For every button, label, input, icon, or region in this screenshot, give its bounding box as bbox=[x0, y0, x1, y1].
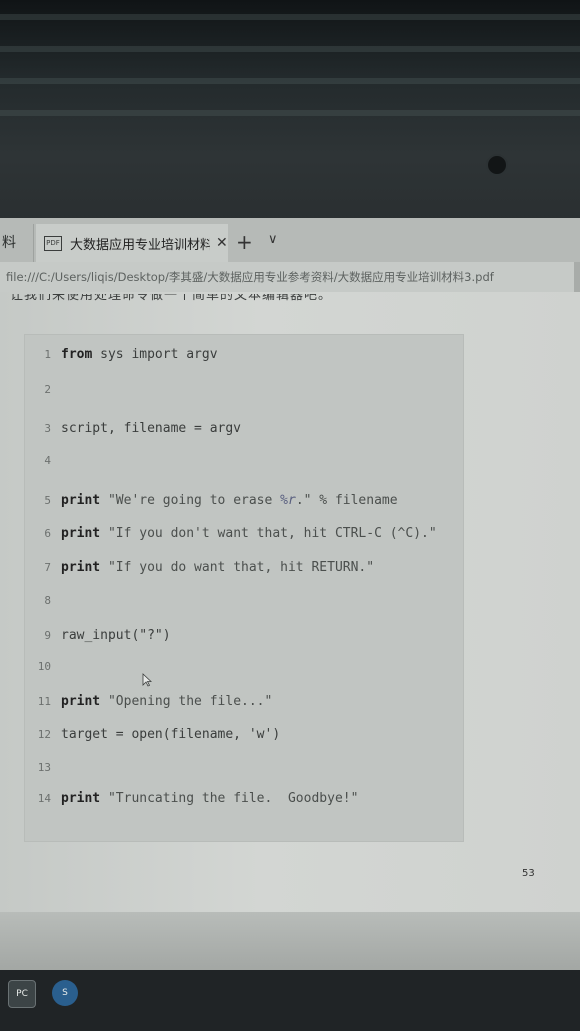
tab-previous-label: 料2.p bbox=[2, 235, 16, 251]
code-text: script, filename = argv bbox=[61, 421, 241, 436]
tab-title: 大数据应用专业培训材料 bbox=[70, 237, 210, 253]
code-text: target = open(filename, 'w') bbox=[61, 727, 280, 742]
tab-bar: 料2.p PDF 大数据应用专业培训材料 ✕ + ∨ bbox=[0, 218, 580, 262]
code-segment: sys import argv bbox=[92, 346, 218, 362]
tab-active[interactable]: PDF 大数据应用专业培训材料 ✕ bbox=[36, 224, 228, 262]
keyword: print bbox=[61, 525, 101, 541]
taskbar-pc-icon[interactable]: PC bbox=[8, 980, 36, 1008]
address-url[interactable]: file:///C:/Users/liqis/Desktop/李其盛/大数据应用… bbox=[6, 269, 494, 285]
chevron-down-icon[interactable]: ∨ bbox=[268, 232, 278, 247]
line-number: 5 bbox=[44, 493, 51, 507]
string-literal: "If you do want that, hit RETURN." bbox=[100, 559, 375, 575]
string-literal: "Opening the file..." bbox=[100, 693, 273, 709]
keyword: print bbox=[61, 559, 101, 575]
line-number: 11 bbox=[37, 694, 51, 708]
format-specifier: %r bbox=[280, 492, 296, 508]
page-bottom-area bbox=[0, 912, 580, 970]
line-number: 4 bbox=[44, 453, 51, 467]
string-literal: "Truncating the file. Goodbye!" bbox=[100, 790, 359, 806]
page-number: 53 bbox=[522, 868, 535, 879]
code-line: 5 print "We're going to erase %r." % file… bbox=[25, 487, 463, 513]
string-literal: "If you don't want that, hit CTRL-C (^C)… bbox=[100, 525, 437, 541]
line-number: 6 bbox=[44, 526, 51, 540]
keyword: print bbox=[61, 492, 101, 508]
code-line: 6 print "If you don't want that, hit CTRL… bbox=[25, 520, 463, 546]
keyword: print bbox=[61, 790, 101, 806]
line-number: 9 bbox=[44, 628, 51, 642]
line-number: 8 bbox=[44, 593, 51, 607]
cut-off-heading: 让我们来使用处理命令做一个简单的文本编辑器吧。 bbox=[10, 294, 333, 303]
new-tab-icon[interactable]: + bbox=[236, 230, 253, 254]
code-text: print "We're going to erase %r." % filen… bbox=[61, 493, 398, 508]
code-line: 13 bbox=[25, 754, 463, 780]
address-scroll-edge bbox=[574, 262, 580, 292]
line-number: 12 bbox=[37, 727, 51, 741]
string-literal: "We're going to erase bbox=[100, 492, 281, 508]
code-line: 7 print "If you do want that, hit RETURN.… bbox=[25, 554, 463, 580]
code-segment: raw_input("?") bbox=[61, 627, 171, 643]
keyword: from bbox=[61, 346, 93, 362]
close-tab-icon[interactable]: ✕ bbox=[216, 235, 228, 251]
code-text: print "Opening the file..." bbox=[61, 694, 272, 709]
pdf-icon: PDF bbox=[44, 235, 62, 251]
pdf-page: 让我们来使用处理命令做一个简单的文本编辑器吧。 1 from sys import… bbox=[0, 292, 580, 912]
code-line: 14 print "Truncating the file. Goodbye!" bbox=[25, 785, 463, 811]
code-text: from sys import argv bbox=[61, 347, 218, 362]
code-line: 4 bbox=[25, 447, 463, 473]
code-segment: script, filename = argv bbox=[61, 420, 242, 436]
line-number: 2 bbox=[44, 382, 51, 396]
code-block: 1 from sys import argv 2 3 script, filename … bbox=[24, 334, 464, 842]
code-line: 11 print "Opening the file..." bbox=[25, 688, 463, 714]
monitor-screen: 料2.p PDF 大数据应用专业培训材料 ✕ + ∨ file:///C:/Us… bbox=[0, 218, 580, 970]
code-text: raw_input("?") bbox=[61, 628, 171, 643]
address-bar[interactable]: file:///C:/Users/liqis/Desktop/李其盛/大数据应用… bbox=[0, 262, 580, 293]
code-line: 3 script, filename = argv bbox=[25, 415, 463, 441]
code-text: print "If you don't want that, hit CTRL-… bbox=[61, 526, 437, 541]
mouse-cursor-icon bbox=[142, 673, 152, 687]
code-segment: target = open(filename, 'w') bbox=[61, 726, 281, 742]
line-number: 10 bbox=[37, 659, 51, 673]
code-line: 8 bbox=[25, 587, 463, 613]
monitor-bezel bbox=[0, 0, 580, 222]
string-literal: ." % filename bbox=[295, 492, 398, 508]
code-line: 12 target = open(filename, 'w') bbox=[25, 721, 463, 747]
code-line: 1 from sys import argv bbox=[25, 341, 463, 367]
code-text: print "If you do want that, hit RETURN." bbox=[61, 560, 374, 575]
webcam bbox=[486, 154, 508, 176]
line-number: 13 bbox=[37, 760, 51, 774]
taskbar-pc-label: PC bbox=[16, 989, 28, 999]
code-line: 2 bbox=[25, 376, 463, 402]
tab-previous[interactable]: 料2.p bbox=[0, 224, 34, 262]
code-text: print "Truncating the file. Goodbye!" bbox=[61, 791, 358, 806]
line-number: 3 bbox=[44, 421, 51, 435]
taskbar-app-icon[interactable]: S bbox=[52, 980, 78, 1006]
keyword: print bbox=[61, 693, 101, 709]
code-line: 9 raw_input("?") bbox=[25, 622, 463, 648]
taskbar-app-label: S bbox=[62, 988, 68, 998]
taskbar: PC S bbox=[0, 970, 580, 1031]
line-number: 1 bbox=[44, 347, 51, 361]
line-number: 14 bbox=[37, 791, 51, 805]
line-number: 7 bbox=[44, 560, 51, 574]
code-line: 10 bbox=[25, 653, 463, 679]
